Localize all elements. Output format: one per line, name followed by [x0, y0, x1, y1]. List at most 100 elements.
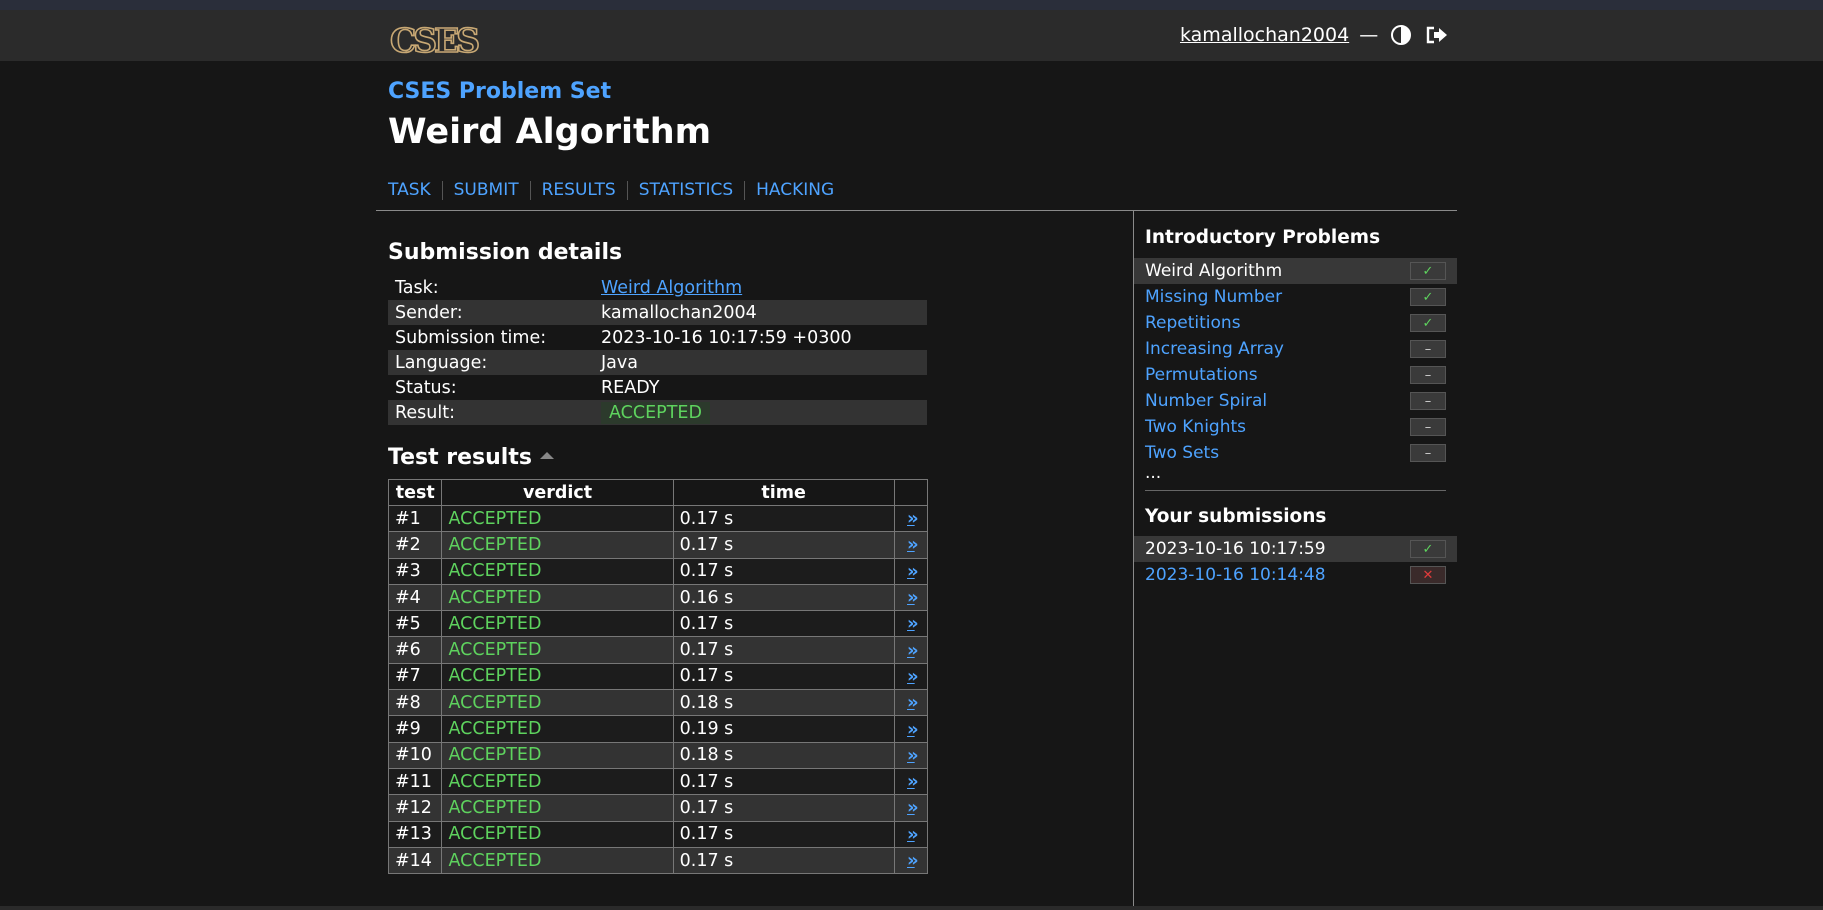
view-cell: »: [893, 820, 929, 848]
problem-item[interactable]: Two Sets –: [1134, 440, 1457, 466]
problem-item[interactable]: Weird Algorithm ✓: [1134, 258, 1457, 284]
view-test-icon[interactable]: »: [907, 561, 918, 582]
view-test-icon[interactable]: »: [907, 666, 918, 687]
test-results-heading-text: Test results: [388, 445, 532, 470]
logout-icon[interactable]: [1424, 22, 1450, 48]
tab-submit[interactable]: SUBMIT: [441, 181, 530, 200]
top-strip: [0, 0, 1823, 10]
test-number: #11: [387, 767, 443, 796]
view-test-icon[interactable]: »: [907, 850, 918, 871]
detail-row-sender: Sender: kamallochan2004: [388, 300, 927, 325]
view-test-icon[interactable]: »: [907, 587, 918, 608]
test-verdict: ACCEPTED: [441, 662, 674, 691]
unsolved-dash-icon: –: [1410, 392, 1446, 410]
test-row: #6 ACCEPTED 0.17 s »: [387, 636, 929, 664]
view-test-icon[interactable]: »: [907, 692, 918, 713]
detail-value: Java: [594, 350, 927, 375]
column-header-view: [893, 479, 929, 506]
problem-link[interactable]: Permutations: [1145, 365, 1258, 385]
site-header: CSES kamallochan2004 —: [0, 10, 1823, 61]
test-number: #1: [387, 504, 443, 533]
view-test-icon[interactable]: »: [907, 640, 918, 661]
view-test-icon[interactable]: »: [907, 745, 918, 766]
tab-hacking[interactable]: HACKING: [744, 181, 845, 200]
test-verdict: ACCEPTED: [441, 504, 674, 533]
test-time: 0.17 s: [672, 662, 895, 691]
view-test-icon[interactable]: »: [907, 824, 918, 845]
column-header-time: time: [672, 479, 895, 506]
column-header-verdict: verdict: [441, 479, 674, 506]
view-cell: »: [893, 689, 929, 717]
test-row: #1 ACCEPTED 0.17 s »: [387, 504, 929, 533]
detail-key: Submission time:: [395, 327, 547, 348]
test-verdict: ACCEPTED: [441, 741, 674, 769]
test-time: 0.18 s: [672, 689, 895, 717]
submission-link[interactable]: 2023-10-16 10:14:48: [1145, 565, 1326, 585]
task-link[interactable]: Weird Algorithm: [601, 278, 742, 298]
test-row: #3 ACCEPTED 0.17 s »: [387, 557, 929, 585]
user-box: kamallochan2004 —: [1180, 22, 1450, 48]
cses-logo[interactable]: CSES: [388, 22, 490, 58]
collapse-triangle-icon[interactable]: [539, 451, 554, 459]
submission-details-table: Task: Weird Algorithm Sender: kamallocha…: [388, 275, 927, 425]
problem-item[interactable]: Number Spiral –: [1134, 388, 1457, 414]
tab-results[interactable]: RESULTS: [529, 181, 627, 200]
test-row: #2 ACCEPTED 0.17 s »: [387, 531, 929, 559]
test-time: 0.17 s: [672, 794, 895, 822]
test-row: #9 ACCEPTED 0.19 s »: [387, 715, 929, 743]
test-time: 0.17 s: [672, 820, 895, 848]
problem-link[interactable]: Two Sets: [1145, 443, 1219, 463]
test-verdict: ACCEPTED: [441, 557, 674, 585]
problem-link[interactable]: Two Knights: [1145, 417, 1246, 437]
submission-item[interactable]: 2023-10-16 10:14:48 ✕: [1134, 562, 1457, 588]
tab-task[interactable]: TASK: [388, 181, 442, 200]
test-row: #12 ACCEPTED 0.17 s »: [387, 794, 929, 822]
test-row: #14 ACCEPTED 0.17 s »: [387, 846, 929, 875]
problem-link[interactable]: Repetitions: [1145, 313, 1241, 333]
view-cell: »: [893, 531, 929, 559]
unsolved-dash-icon: –: [1410, 366, 1446, 384]
test-results-table: test verdict time #1 ACCEPTED 0.17 s» #2 ACC…: [387, 479, 929, 875]
test-time: 0.17 s: [672, 610, 895, 638]
view-test-icon[interactable]: »: [907, 771, 918, 792]
test-verdict: ACCEPTED: [441, 767, 674, 796]
test-number: #3: [387, 557, 443, 585]
problem-item[interactable]: Two Knights –: [1134, 414, 1457, 440]
username-link[interactable]: kamallochan2004: [1180, 24, 1349, 46]
test-number: #5: [387, 610, 443, 638]
view-test-icon[interactable]: »: [907, 613, 918, 634]
problem-link[interactable]: Number Spiral: [1145, 391, 1267, 411]
problem-item[interactable]: Missing Number ✓: [1134, 284, 1457, 310]
problem-link[interactable]: Missing Number: [1145, 287, 1282, 307]
submission-details-heading: Submission details: [388, 240, 623, 265]
view-test-icon[interactable]: »: [907, 797, 918, 818]
detail-value: READY: [601, 377, 660, 398]
unsolved-dash-icon: –: [1410, 444, 1446, 462]
test-verdict: ACCEPTED: [441, 689, 674, 717]
view-test-icon[interactable]: »: [907, 534, 918, 555]
bottom-strip: [0, 906, 1823, 910]
detail-value: Weird Algorithm: [594, 275, 927, 300]
problem-item[interactable]: Repetitions ✓: [1134, 310, 1457, 336]
breadcrumb[interactable]: CSES Problem Set: [388, 79, 611, 104]
detail-key: Status:: [395, 377, 457, 398]
theme-toggle-icon[interactable]: [1388, 22, 1414, 48]
problem-list: Weird Algorithm ✓ Missing Number ✓ Repetitio…: [1134, 258, 1457, 466]
submission-list: 2023-10-16 10:17:59 ✓ 2023-10-16 10:14:48 ✕: [1134, 536, 1457, 588]
problem-item[interactable]: Increasing Array –: [1134, 336, 1457, 362]
view-test-icon[interactable]: »: [907, 508, 918, 529]
tab-statistics[interactable]: STATISTICS: [626, 181, 744, 200]
problem-link[interactable]: Increasing Array: [1145, 339, 1284, 359]
test-time: 0.19 s: [672, 715, 895, 743]
detail-value: 2023-10-16 10:17:59 +0300: [601, 327, 852, 348]
test-results-body: #1 ACCEPTED 0.17 s» #2 ACCEPTED 0.17 s» #3 ACCE…: [387, 504, 929, 875]
view-test-icon[interactable]: »: [907, 719, 918, 740]
test-number: #9: [387, 715, 443, 743]
view-cell: »: [893, 557, 929, 585]
test-results-heading[interactable]: Test results: [388, 445, 554, 470]
test-row: #7 ACCEPTED 0.17 s »: [387, 662, 929, 691]
test-verdict: ACCEPTED: [441, 636, 674, 664]
problem-item[interactable]: Permutations –: [1134, 362, 1457, 388]
submission-item[interactable]: 2023-10-16 10:17:59 ✓: [1134, 536, 1457, 562]
test-time: 0.17 s: [672, 531, 895, 559]
